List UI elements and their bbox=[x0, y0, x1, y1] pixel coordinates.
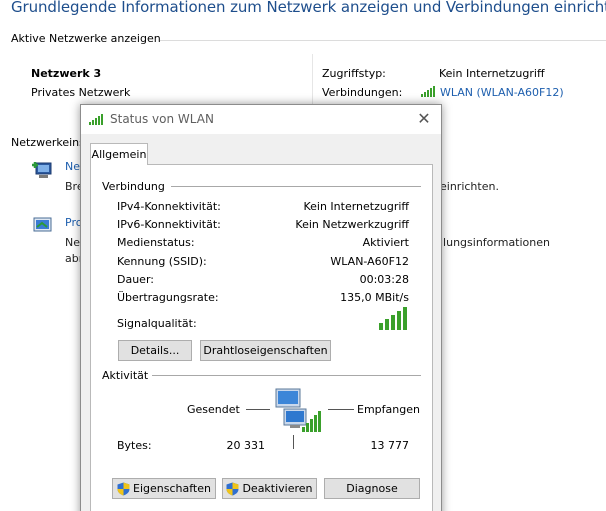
properties-button[interactable]: Eigenschaften bbox=[112, 478, 216, 499]
access-type-label: Zugriffstyp: bbox=[322, 67, 386, 80]
connection-link[interactable]: WLAN (WLAN-A60F12) bbox=[440, 86, 564, 99]
wifi-signal-icon bbox=[89, 113, 105, 125]
status-row-label: IPv6-Konnektivität: bbox=[117, 218, 221, 231]
diagnose-button[interactable]: Diagnose bbox=[324, 478, 420, 499]
details-button[interactable]: Details... bbox=[118, 340, 192, 361]
network-name: Netzwerk 3 bbox=[31, 67, 102, 80]
uac-shield-icon bbox=[226, 482, 239, 495]
uac-shield-icon bbox=[117, 482, 130, 495]
troubleshoot-icon bbox=[31, 215, 55, 237]
troubleshoot-desc: Ne bbox=[65, 236, 80, 249]
signal-quality-label: Signalqualität: bbox=[117, 317, 197, 330]
network-computers-icon bbox=[272, 387, 324, 433]
received-label: Empfangen bbox=[357, 403, 420, 416]
bytes-received-value: 13 777 bbox=[370, 439, 410, 452]
status-row-value: WLAN-A60F12 bbox=[330, 255, 409, 268]
status-row-label: Medienstatus: bbox=[117, 236, 195, 249]
group-divider bbox=[171, 186, 421, 187]
status-row-label: IPv4-Konnektivität: bbox=[117, 200, 221, 213]
new-connection-link[interactable]: Ne bbox=[65, 160, 80, 173]
change-settings-label: Netzwerkeins bbox=[11, 136, 85, 149]
close-icon: ✕ bbox=[417, 109, 431, 128]
status-row-label: Übertragungsrate: bbox=[117, 291, 219, 304]
status-row-label: Kennung (SSID): bbox=[117, 255, 207, 268]
deactivate-button-label: Deaktivieren bbox=[242, 482, 313, 495]
deactivate-button[interactable]: Deaktivieren bbox=[222, 478, 317, 499]
status-row-value: 00:03:28 bbox=[359, 273, 409, 286]
dialog-title: Status von WLAN bbox=[110, 112, 214, 126]
wireless-properties-button[interactable]: Drahtloseigenschaften bbox=[200, 340, 331, 361]
connections-label: Verbindungen: bbox=[322, 86, 403, 99]
section-divider bbox=[160, 40, 606, 41]
dialog-titlebar[interactable]: Status von WLAN ✕ bbox=[81, 105, 441, 134]
received-line bbox=[328, 409, 354, 410]
bytes-sent-value: 20 331 bbox=[226, 439, 266, 452]
bytes-label: Bytes: bbox=[117, 439, 152, 452]
access-type-value: Kein Internetzugriff bbox=[439, 67, 545, 80]
tab-panel: Verbindung IPv4-Konnektivität: Kein Inter… bbox=[90, 164, 433, 511]
new-connection-icon bbox=[31, 160, 55, 182]
signal-quality-icon bbox=[379, 306, 409, 330]
status-row-value: Kein Netzwerkzugriff bbox=[295, 218, 409, 231]
status-row-value: 135,0 MBit/s bbox=[340, 291, 409, 304]
status-row-label: Dauer: bbox=[117, 273, 154, 286]
status-row-value: Aktiviert bbox=[362, 236, 409, 249]
wifi-signal-icon bbox=[421, 85, 437, 97]
connection-group-label: Verbindung bbox=[102, 180, 169, 193]
properties-button-label: Eigenschaften bbox=[133, 482, 211, 495]
sent-label: Gesendet bbox=[187, 403, 240, 416]
bytes-divider bbox=[293, 435, 294, 449]
activity-group-label: Aktivität bbox=[102, 369, 153, 382]
network-type[interactable]: Privates Netzwerk bbox=[31, 86, 130, 99]
sent-line bbox=[246, 409, 270, 410]
page-title: Grundlegende Informationen zum Netzwerk … bbox=[11, 0, 606, 16]
close-button[interactable]: ✕ bbox=[407, 105, 441, 134]
group-divider bbox=[149, 375, 421, 376]
status-row-value: Kein Internetzugriff bbox=[303, 200, 409, 213]
new-connection-desc-right: einrichten. bbox=[440, 180, 499, 193]
wlan-status-dialog: Status von WLAN ✕ Allgemein Verbindung I… bbox=[80, 104, 442, 511]
active-networks-label: Aktive Netzwerke anzeigen bbox=[11, 32, 161, 45]
tab-general[interactable]: Allgemein bbox=[90, 143, 148, 165]
troubleshoot-desc-right: ilungsinformationen bbox=[440, 236, 550, 249]
